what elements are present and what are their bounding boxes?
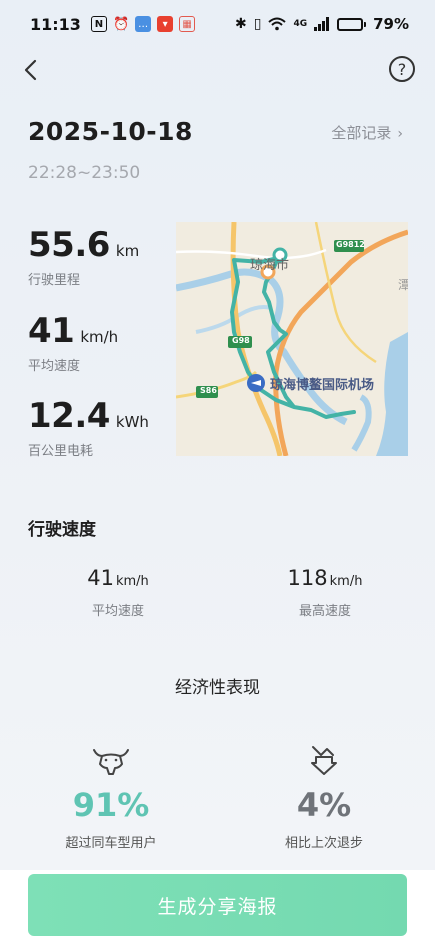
generate-share-poster-button[interactable]: 生成分享海报 xyxy=(28,874,407,936)
economy-rank-value: 91% xyxy=(72,786,150,824)
stat-distance: 55.6 km 行驶里程 xyxy=(28,225,139,288)
status-left: 11:13 N ⏰ … ▾ ▦ xyxy=(30,14,196,34)
help-button[interactable]: ? xyxy=(389,56,415,82)
stat-energy-unit: kWh xyxy=(115,413,149,431)
avg-speed-unit: km/h xyxy=(115,574,149,589)
status-time: 11:13 xyxy=(30,14,81,34)
map-label-s86: S86 xyxy=(200,386,217,395)
economy-rank-label: 超过同车型用户 xyxy=(65,836,157,851)
battery-icon xyxy=(337,17,367,31)
chevron-left-icon xyxy=(24,59,37,81)
economy-trend-value: 4% xyxy=(296,786,352,824)
vibrate-icon: ▯ xyxy=(253,16,262,32)
map-label-g9812: G9812 xyxy=(336,240,365,249)
signal-icon xyxy=(314,17,330,31)
chevron-right-icon: › xyxy=(397,126,403,142)
bull-icon xyxy=(93,749,129,775)
help-icon: ? xyxy=(397,59,407,79)
trip-time-range: 22:28~23:50 xyxy=(28,163,141,183)
map-label-edge: 潭 xyxy=(398,278,408,292)
all-records-link[interactable]: 全部记录 › xyxy=(331,122,403,143)
status-bar: 11:13 N ⏰ … ▾ ▦ ✱ ▯ 4G 79% xyxy=(0,0,435,48)
route-map[interactable]: G9812 G98 S86 琼海市 琼海博鳌国际机场 潭 xyxy=(176,222,408,456)
stat-energy-label: 百公里电耗 xyxy=(28,444,94,459)
map-label-airport: 琼海博鳌国际机场 xyxy=(270,378,375,393)
trend-down-icon xyxy=(311,746,337,775)
avg-speed-label: 平均速度 xyxy=(91,604,144,619)
map-label-city: 琼海市 xyxy=(250,258,290,273)
nav-bar: ? xyxy=(0,52,435,88)
max-speed-block: 118 km/h 最高速度 xyxy=(245,566,405,619)
economy-trend-label: 相比上次退步 xyxy=(284,836,363,851)
chat-app-icon: … xyxy=(135,16,152,32)
economy-trend-block: 4% 相比上次退步 xyxy=(234,742,414,851)
stat-energy: 12.4 kWh 百公里电耗 xyxy=(28,396,149,459)
stat-energy-value: 12.4 xyxy=(28,396,110,436)
wifi-icon xyxy=(268,17,287,31)
battery-percent: 79% xyxy=(373,15,409,33)
network-type: 4G xyxy=(293,19,308,29)
status-right: ✱ ▯ 4G 79% xyxy=(235,15,409,33)
max-speed-unit: km/h xyxy=(329,574,363,589)
max-speed-value: 118 xyxy=(287,566,328,590)
stat-distance-unit: km xyxy=(115,242,140,260)
economy-rank-block: 91% 超过同车型用户 xyxy=(21,742,201,851)
alarm-icon: ⏰ xyxy=(112,16,130,32)
stat-avg-speed-unit: km/h xyxy=(80,328,119,346)
stat-distance-value: 55.6 xyxy=(28,225,110,265)
max-speed-label: 最高速度 xyxy=(298,604,351,619)
stat-avg-speed: 41 km/h 平均速度 xyxy=(28,311,118,374)
trip-date: 2025-10-18 xyxy=(28,117,193,146)
route-map-svg xyxy=(176,222,408,456)
speed-section-title: 行驶速度 xyxy=(28,520,96,540)
stat-avg-speed-label: 平均速度 xyxy=(28,359,81,374)
calendar-icon: ▦ xyxy=(179,16,196,32)
economy-title: 经济性表现 xyxy=(175,678,260,698)
all-records-label: 全部记录 xyxy=(331,124,392,142)
avg-speed-block: 41 km/h 平均速度 xyxy=(38,566,198,619)
stat-distance-label: 行驶里程 xyxy=(28,273,81,288)
shopping-app-icon: ▾ xyxy=(157,16,174,32)
bluetooth-icon: ✱ xyxy=(234,16,247,32)
back-button[interactable] xyxy=(18,56,46,84)
stat-avg-speed-value: 41 xyxy=(28,311,75,351)
nfc-icon: N xyxy=(90,16,107,32)
avg-speed-value: 41 xyxy=(87,566,114,590)
map-label-g98: G98 xyxy=(232,336,250,345)
